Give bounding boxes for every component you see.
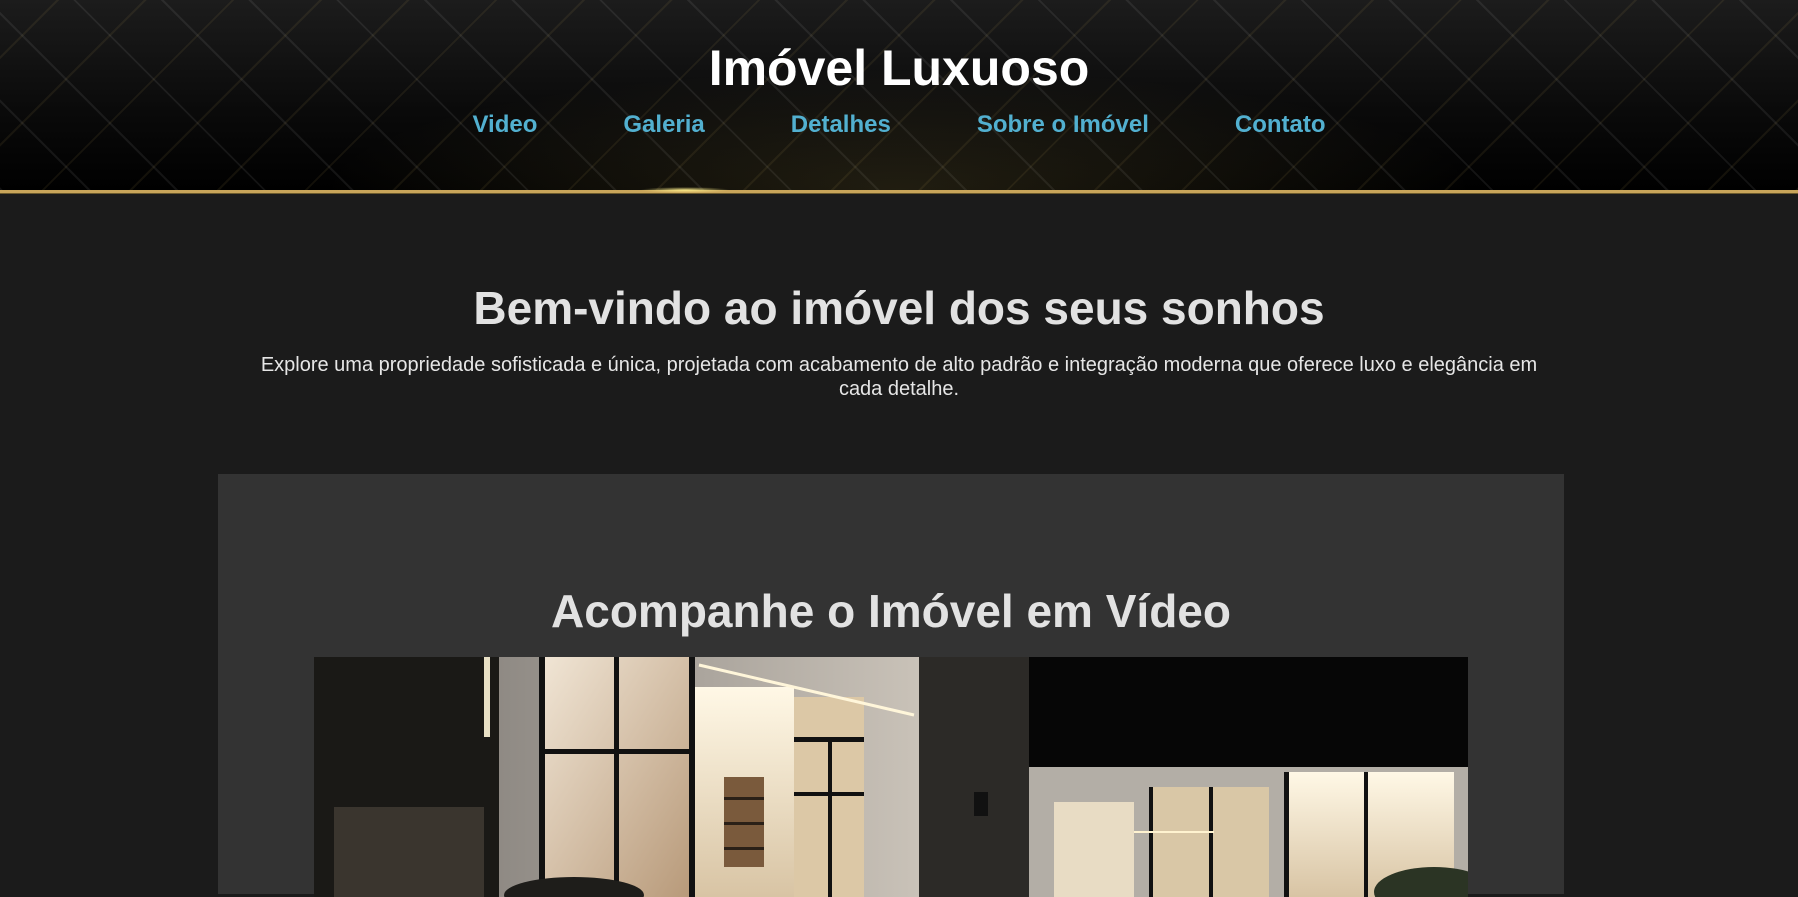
house-video-frame-image [314,657,1468,897]
nav-link-sobre[interactable]: Sobre o Imóvel [977,110,1149,140]
hero-section: Bem-vindo ao imóvel dos seus sonhos Expl… [0,193,1798,401]
main-nav: Video Galeria Detalhes Sobre o Imóvel Co… [0,110,1798,140]
site-title: Imóvel Luxuoso [708,40,1090,96]
header-divider-glow [640,187,730,193]
nav-link-contato[interactable]: Contato [1235,110,1326,140]
video-player[interactable] [314,657,1468,897]
video-section: Acompanhe o Imóvel em Vídeo [218,474,1564,897]
hero-heading: Bem-vindo ao imóvel dos seus sonhos [473,282,1325,334]
video-section-heading: Acompanhe o Imóvel em Vídeo [551,585,1231,637]
nav-link-galeria[interactable]: Galeria [623,110,704,140]
nav-link-detalhes[interactable]: Detalhes [791,110,891,140]
nav-link-video[interactable]: Video [472,110,537,140]
site-header: Imóvel Luxuoso Video Galeria Detalhes So… [0,0,1798,193]
hero-text: Explore uma propriedade sofisticada e ún… [260,354,1538,400]
